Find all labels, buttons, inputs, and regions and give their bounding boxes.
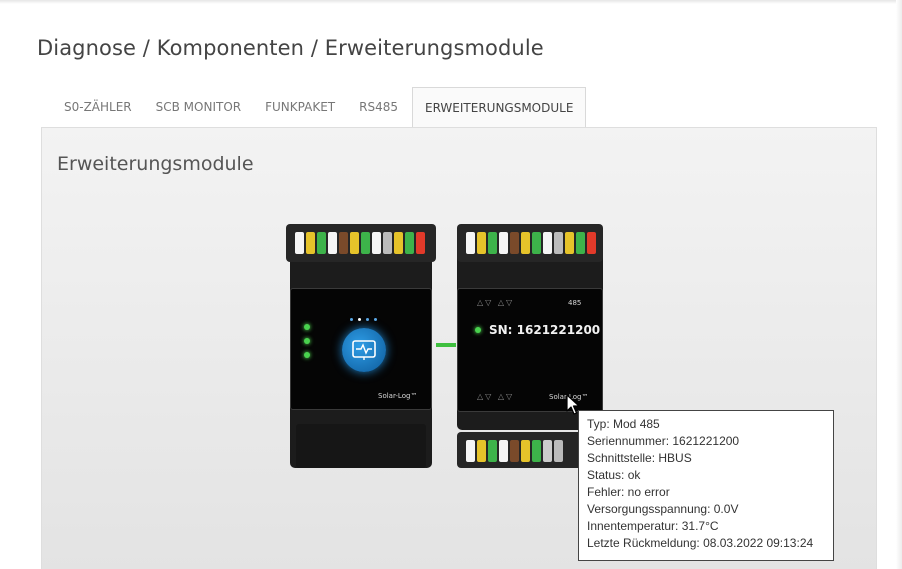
base-brand-label: Solar-Log™ xyxy=(378,392,418,400)
tab-scb-monitor[interactable]: SCB MONITOR xyxy=(144,87,253,128)
base-bottom-housing xyxy=(296,424,426,468)
base-terminal-block xyxy=(286,224,436,262)
tooltip-supply-voltage: Versorgungsspannung: 0.0V xyxy=(587,502,739,516)
base-status-led-3 xyxy=(304,352,310,358)
tooltip-interface: Schnittstelle: HBUS xyxy=(587,451,692,465)
tooltip-type: Typ: Mod 485 xyxy=(587,417,660,431)
rs485-top-terminal xyxy=(457,224,603,262)
rs485-port-label: 485 xyxy=(568,299,582,307)
tab-erweiterungsmodule[interactable]: ERWEITERUNGSMODULE xyxy=(411,87,587,128)
bus-connector xyxy=(436,343,456,347)
tab-rs485[interactable]: RS485 xyxy=(347,87,410,128)
rs485-arrows-top: △▽ △▽ xyxy=(477,298,515,307)
rs485-serial-number: SN: 1621221200 xyxy=(489,323,601,337)
tooltip-serial: Seriennummer: 1621221200 xyxy=(587,434,740,448)
right-scroll-edge xyxy=(896,0,902,569)
base-status-led-2 xyxy=(304,338,310,344)
module-info-tooltip: Typ: Mod 485 Seriennummer: 1621221200 Sc… xyxy=(578,410,834,561)
rs485-arrows-bottom: △▽ △▽ xyxy=(477,392,515,401)
breadcrumb: Diagnose / Komponenten / Erweiterungsmod… xyxy=(37,36,544,60)
tab-s0-zaehler[interactable]: S0-ZÄHLER xyxy=(52,87,144,128)
rs485-status-led xyxy=(475,327,481,333)
tab-funkpaket[interactable]: FUNKPAKET xyxy=(253,87,347,128)
tooltip-status: Status: ok xyxy=(587,468,641,482)
tooltip-last-response: Letzte Rückmeldung: 08.03.2022 09:13:24 xyxy=(587,536,814,550)
top-shadow xyxy=(0,0,902,4)
tooltip-error: Fehler: no error xyxy=(587,485,670,499)
page: Diagnose / Komponenten / Erweiterungsmod… xyxy=(0,0,902,569)
monitor-pulse-icon xyxy=(342,328,386,372)
base-status-led-1 xyxy=(304,324,310,330)
base-module[interactable]: Solar-Log™ xyxy=(286,224,436,468)
tooltip-internal-temperature: Innentemperatur: 31.7°C xyxy=(587,519,719,533)
progress-dots xyxy=(342,318,386,322)
tab-bar: S0-ZÄHLER SCB MONITOR FUNKPAKET RS485 ER… xyxy=(52,87,587,128)
panel-title: Erweiterungsmodule xyxy=(57,153,254,175)
